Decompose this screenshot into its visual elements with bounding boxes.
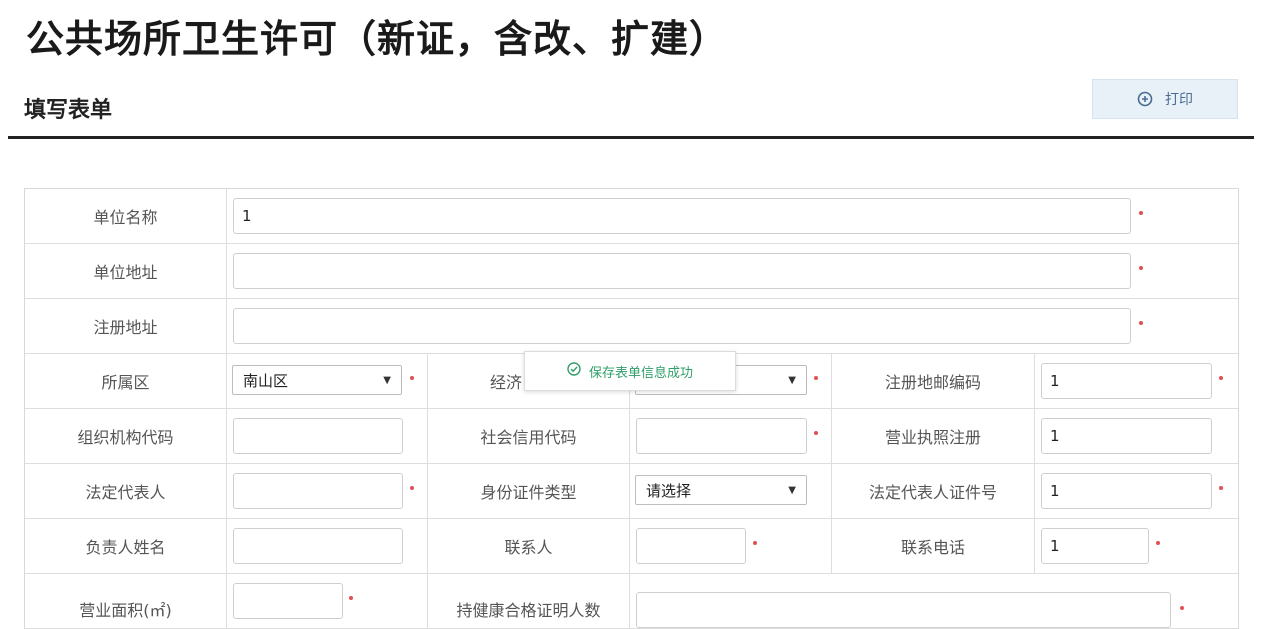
required-mark [1156,541,1160,545]
district-select[interactable]: 南山区 ▼ [232,365,402,395]
form-row-unit-address: 单位地址 [25,244,1238,299]
required-mark [1219,486,1223,490]
required-mark [1139,211,1143,215]
page-title: 公共场所卫生许可（新证，含改、扩建） [26,17,729,61]
health-cert-count-cell [629,574,1238,628]
required-mark [753,541,757,545]
manager-name-label: 负责人姓名 [85,538,166,557]
postal-code-label: 注册地邮编码 [831,354,1034,408]
print-icon [1137,91,1153,107]
business-area-label: 营业面积(㎡) [79,601,172,620]
registered-address-input[interactable] [233,308,1131,344]
legal-rep-id-input[interactable]: 1 [1041,473,1212,509]
required-mark [1180,606,1184,610]
title-divider [8,136,1254,139]
toast-message: 保存表单信息成功 [588,365,693,381]
health-cert-count-label: 持健康合格证明人数 [427,574,629,628]
postal-code-input[interactable]: 1 [1041,363,1212,399]
legal-rep-cell [226,464,427,518]
caret-down-icon: ▼ [788,374,796,386]
unit-name-label: 单位名称 [93,208,158,227]
required-mark [814,431,818,435]
caret-down-icon: ▼ [383,374,391,386]
id-type-select-value: 请选择 [646,481,692,500]
required-mark [814,376,818,380]
registered-address-label: 注册地址 [93,318,158,337]
legal-rep-id-label: 法定代表人证件号 [831,464,1034,518]
org-code-label: 组织机构代码 [77,428,174,447]
manager-name-input[interactable] [233,528,403,564]
org-code-input[interactable] [233,418,403,454]
required-mark [410,486,414,490]
contact-phone-label: 联系电话 [831,519,1034,573]
district-cell: 南山区 ▼ [226,354,427,408]
legal-rep-input[interactable] [233,473,403,509]
id-type-label: 身份证件类型 [427,464,629,518]
form-row-unit-name: 单位名称 1 [25,189,1238,244]
org-code-cell [226,409,427,463]
required-mark [349,596,353,600]
legal-rep-id-cell: 1 [1034,464,1238,518]
contact-phone-cell: 1 [1034,519,1238,573]
required-mark [410,376,414,380]
section-title: 填写表单 [24,98,113,123]
unit-name-input[interactable]: 1 [233,198,1131,234]
contact-phone-input[interactable]: 1 [1041,528,1149,564]
id-type-cell: 请选择 ▼ [629,464,831,518]
contact-cell [629,519,831,573]
manager-name-cell [226,519,427,573]
credit-code-label: 社会信用代码 [427,409,629,463]
print-button[interactable]: 打印 [1092,79,1238,119]
business-license-label: 营业执照注册 [831,409,1034,463]
print-button-label: 打印 [1165,92,1193,108]
save-success-toast: 保存表单信息成功 [524,351,736,391]
required-mark [1219,376,1223,380]
unit-address-cell [226,244,1238,298]
credit-code-cell [629,409,831,463]
postal-code-cell: 1 [1034,354,1238,408]
form-row-manager: 负责人姓名 联系人 联系电话 1 [25,519,1238,574]
district-select-value: 南山区 [243,371,289,390]
form-row-legal-rep: 法定代表人 身份证件类型 请选择 ▼ 法定代表人证件号 1 [25,464,1238,519]
form-row-org-code: 组织机构代码 社会信用代码 营业执照注册 1 [25,409,1238,464]
contact-input[interactable] [636,528,746,564]
unit-address-label: 单位地址 [93,263,158,282]
district-label: 所属区 [101,373,150,392]
health-cert-count-input[interactable] [636,592,1171,628]
form-row-business-area: 营业面积(㎡) 持健康合格证明人数 [25,574,1238,629]
unit-name-cell: 1 [226,189,1238,243]
check-circle-icon [567,362,581,380]
form-row-registered-address: 注册地址 [25,299,1238,354]
business-license-input[interactable]: 1 [1041,418,1212,454]
required-mark [1139,266,1143,270]
id-type-select[interactable]: 请选择 ▼ [635,475,807,505]
business-license-cell: 1 [1034,409,1238,463]
unit-address-input[interactable] [233,253,1131,289]
contact-label: 联系人 [427,519,629,573]
business-area-cell [226,574,427,628]
registered-address-cell [226,299,1238,353]
caret-down-icon: ▼ [788,484,796,496]
required-mark [1139,321,1143,325]
form-table: 单位名称 1 单位地址 注册地址 所属区 南山区 ▼ 经济 ▼ 注册地邮编码 1… [24,188,1239,629]
credit-code-input[interactable] [636,418,807,454]
legal-rep-label: 法定代表人 [85,483,166,502]
